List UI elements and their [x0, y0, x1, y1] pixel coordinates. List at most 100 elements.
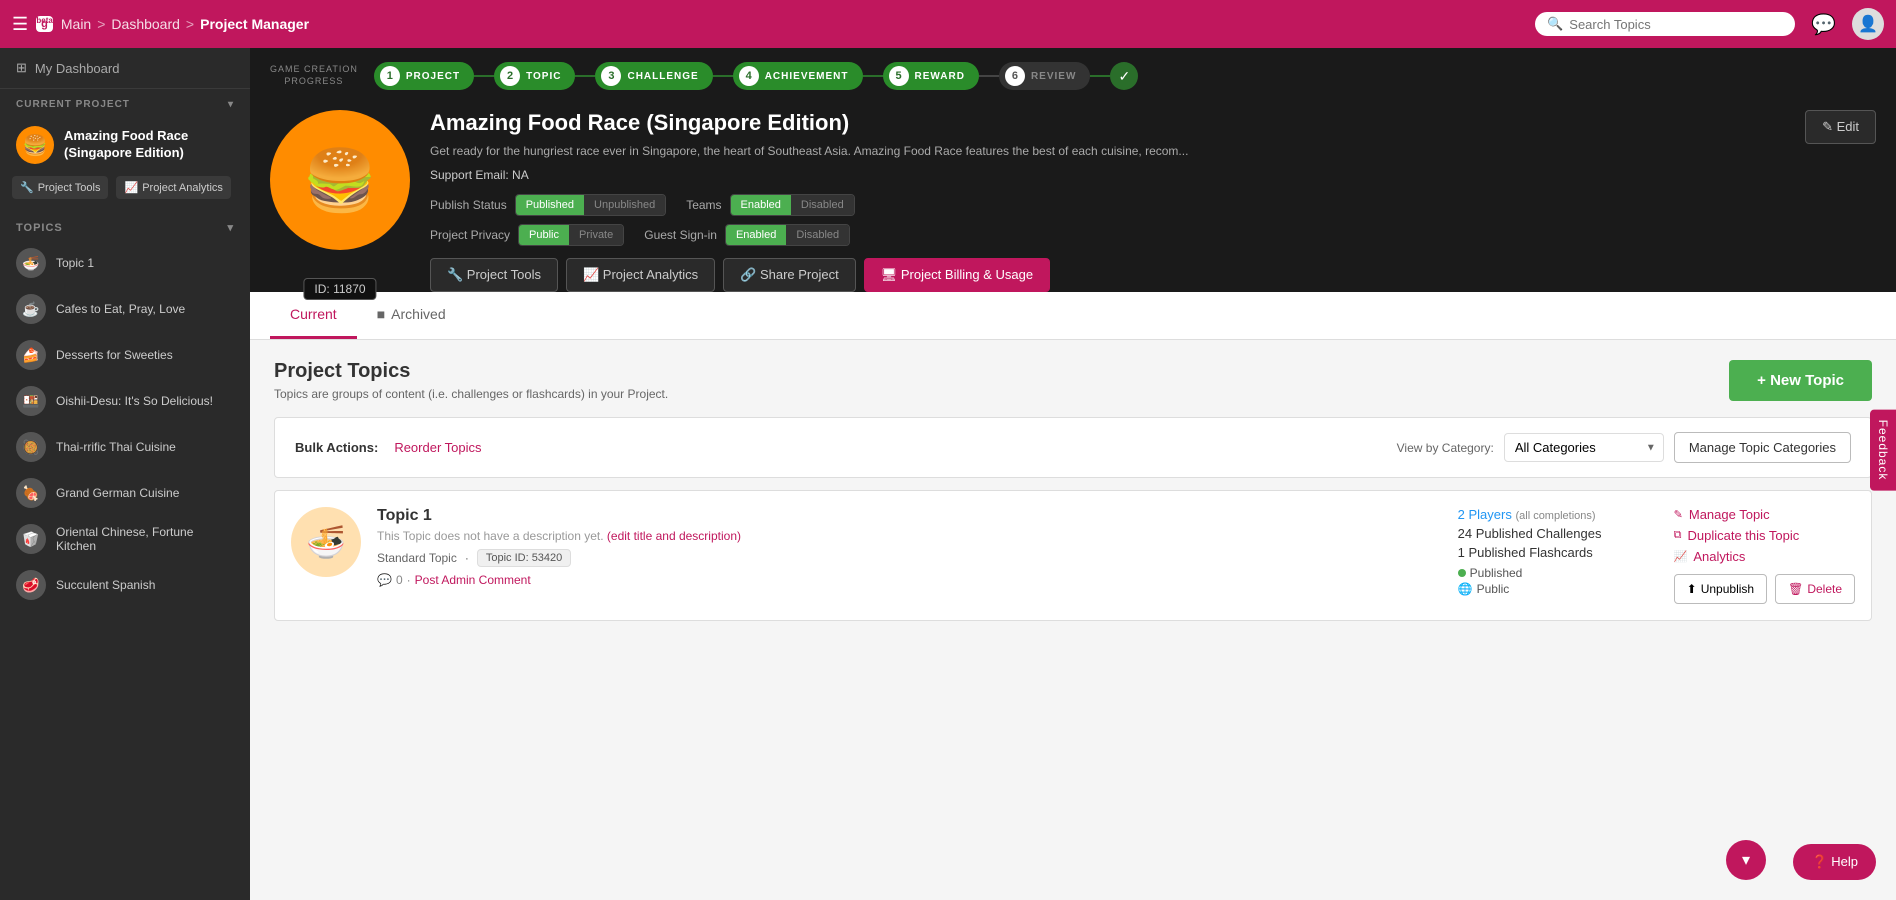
progress-label: GAME CREATION PROGRESS	[270, 64, 358, 87]
chevron-icon: ▾	[228, 99, 234, 110]
sidebar: ⊞ My Dashboard CURRENT PROJECT ▾ 🍔 Amazi…	[0, 48, 250, 900]
progress-check[interactable]: ✓	[1110, 62, 1138, 90]
project-analytics-action-btn[interactable]: 📈 Project Analytics	[566, 258, 715, 292]
publish-status-item: Publish Status Published Unpublished	[430, 194, 666, 216]
topics-content: Project Topics Topics are groups of cont…	[250, 340, 1896, 641]
progress-step[interactable]: 6REVIEW	[999, 62, 1090, 90]
dashboard-icon: ⊞	[16, 60, 27, 76]
breadcrumb: Main > Dashboard > Project Manager	[61, 16, 309, 32]
publish-toggle: Published Unpublished	[515, 194, 666, 216]
current-project-header: CURRENT PROJECT ▾	[0, 89, 250, 118]
project-tools-btn[interactable]: 🔧 Project Tools	[12, 176, 108, 199]
manage-topic-icon: ✎	[1674, 508, 1683, 521]
privacy-label: Project Privacy	[430, 228, 510, 242]
scroll-down-btn[interactable]: ▾	[1726, 840, 1766, 880]
globe-icon: 🌐	[1458, 582, 1473, 596]
sidebar-topic-item[interactable]: 🥘Thai-rrific Thai Cuisine	[0, 424, 250, 470]
new-topic-button[interactable]: + New Topic	[1729, 360, 1872, 401]
project-tools-action-btn[interactable]: 🔧 Project Tools	[430, 258, 558, 292]
step-connector	[713, 75, 733, 77]
avatar[interactable]: 👤	[1852, 8, 1884, 40]
sidebar-topic-item[interactable]: 🍱Oishii-Desu: It's So Delicious!	[0, 378, 250, 424]
guest-enabled-btn[interactable]: Enabled	[726, 225, 786, 245]
sidebar-topic-item[interactable]: 🍰Desserts for Sweeties	[0, 332, 250, 378]
status-row-1: Publish Status Published Unpublished Tea…	[430, 194, 1785, 216]
sidebar-my-dashboard[interactable]: ⊞ My Dashboard	[0, 48, 250, 89]
topic-type: Standard Topic	[377, 551, 457, 565]
topic-card: 🍜 Topic 1 This Topic does not have a des…	[274, 490, 1872, 621]
progress-step[interactable]: 4ACHIEVEMENT	[733, 62, 863, 90]
guest-signin-label: Guest Sign-in	[644, 228, 717, 242]
feedback-tab[interactable]: Feedback	[1870, 410, 1896, 491]
duplicate-topic-link[interactable]: ⧉ Duplicate this Topic	[1674, 528, 1855, 543]
breadcrumb-main[interactable]: Main	[61, 16, 91, 32]
bulk-actions-label: Bulk Actions:	[295, 440, 378, 455]
category-select[interactable]: All Categories	[1504, 433, 1664, 462]
search-icon: 🔍	[1547, 16, 1563, 32]
guest-signin-item: Guest Sign-in Enabled Disabled	[644, 224, 850, 246]
step-connector	[979, 75, 999, 77]
topic-card-info: Topic 1 This Topic does not have a descr…	[377, 507, 1442, 587]
public-btn[interactable]: Public	[519, 225, 569, 245]
project-billing-btn[interactable]: 🖥 Project Billing & Usage	[864, 258, 1050, 292]
topic-card-description: This Topic does not have a description y…	[377, 529, 1442, 543]
logo-badge: g beta	[36, 16, 53, 32]
project-name: Amazing Food Race (Singapore Edition)	[64, 128, 234, 162]
step-connector	[575, 75, 595, 77]
top-navigation: ☰ g beta Main > Dashboard > Project Mana…	[0, 0, 1896, 48]
help-btn[interactable]: ❓ Help	[1793, 844, 1876, 880]
stat-players: 2 Players (all completions)	[1458, 507, 1658, 522]
progress-step[interactable]: 3CHALLENGE	[595, 62, 712, 90]
post-admin-comment-link[interactable]: Post Admin Comment	[415, 573, 531, 587]
content-scroll: Current ■ Archived Project Topics Topics…	[250, 292, 1896, 900]
progress-steps: 1PROJECT 2TOPIC 3CHALLENGE 4ACHIEVEMENT 5REW…	[374, 62, 1876, 90]
teams-disabled-btn[interactable]: Disabled	[791, 195, 854, 215]
sidebar-topic-item[interactable]: 🍖Grand German Cuisine	[0, 470, 250, 516]
topic-card-thumbnail: 🍜	[291, 507, 361, 577]
step-connector	[474, 75, 494, 77]
project-image: 🍔	[270, 110, 410, 250]
sidebar-topic-item[interactable]: ☕Cafes to Eat, Pray, Love	[0, 286, 250, 332]
search-input[interactable]	[1569, 17, 1783, 32]
breadcrumb-sep2: >	[186, 16, 194, 32]
manage-topic-link[interactable]: ✎ Manage Topic	[1674, 507, 1855, 522]
archived-icon: ■	[377, 306, 385, 322]
project-support-email: Support Email: NA	[430, 168, 1785, 182]
progress-step[interactable]: 1PROJECT	[374, 62, 474, 90]
analytics-link[interactable]: 📈 Analytics	[1674, 549, 1855, 564]
hamburger-menu-icon[interactable]: ☰	[12, 14, 28, 35]
published-btn[interactable]: Published	[516, 195, 584, 215]
edit-project-btn[interactable]: ✎ Edit	[1805, 110, 1876, 144]
analytics-icon: 📈	[124, 181, 138, 194]
project-analytics-btn[interactable]: 📈 Project Analytics	[116, 176, 230, 199]
sidebar-topic-item[interactable]: 🥩Succulent Spanish	[0, 562, 250, 608]
unpublished-btn[interactable]: Unpublished	[584, 195, 665, 215]
topics-sidebar-header: TOPICS ▾	[0, 211, 250, 240]
upload-icon: ⬆	[1687, 582, 1697, 596]
guest-disabled-btn[interactable]: Disabled	[786, 225, 849, 245]
topics-section-subtitle: Topics are groups of content (i.e. chall…	[274, 387, 668, 401]
edit-title-description-link[interactable]: (edit title and description)	[607, 529, 741, 543]
progress-step[interactable]: 5REWARD	[883, 62, 979, 90]
share-project-btn[interactable]: 🔗 Share Project	[723, 258, 856, 292]
manage-categories-btn[interactable]: Manage Topic Categories	[1674, 432, 1851, 463]
breadcrumb-dashboard[interactable]: Dashboard	[111, 16, 180, 32]
topics-section-title: Project Topics	[274, 360, 668, 383]
status-row-2: Project Privacy Public Private Guest Sig…	[430, 224, 1785, 246]
privacy-item: Project Privacy Public Private	[430, 224, 624, 246]
unpublish-topic-btn[interactable]: ⬆ Unpublish	[1674, 574, 1767, 604]
private-btn[interactable]: Private	[569, 225, 623, 245]
sidebar-topic-item[interactable]: 🥡Oriental Chinese, Fortune Kitchen	[0, 516, 250, 562]
teams-enabled-btn[interactable]: Enabled	[731, 195, 791, 215]
current-project-card: 🍔 Amazing Food Race (Singapore Edition)	[0, 118, 250, 176]
current-project-label: CURRENT PROJECT	[16, 99, 130, 110]
my-dashboard-label: My Dashboard	[35, 61, 120, 76]
project-title: Amazing Food Race (Singapore Edition)	[430, 110, 1785, 136]
comment-icon: 💬	[377, 573, 392, 587]
reorder-topics-link[interactable]: Reorder Topics	[394, 440, 481, 455]
sidebar-topic-item[interactable]: 🍜Topic 1	[0, 240, 250, 286]
chat-icon[interactable]: 💬	[1811, 12, 1836, 37]
delete-topic-btn[interactable]: 🗑 Delete	[1775, 574, 1855, 604]
stat-published: Published	[1458, 566, 1658, 580]
progress-step[interactable]: 2TOPIC	[494, 62, 575, 90]
